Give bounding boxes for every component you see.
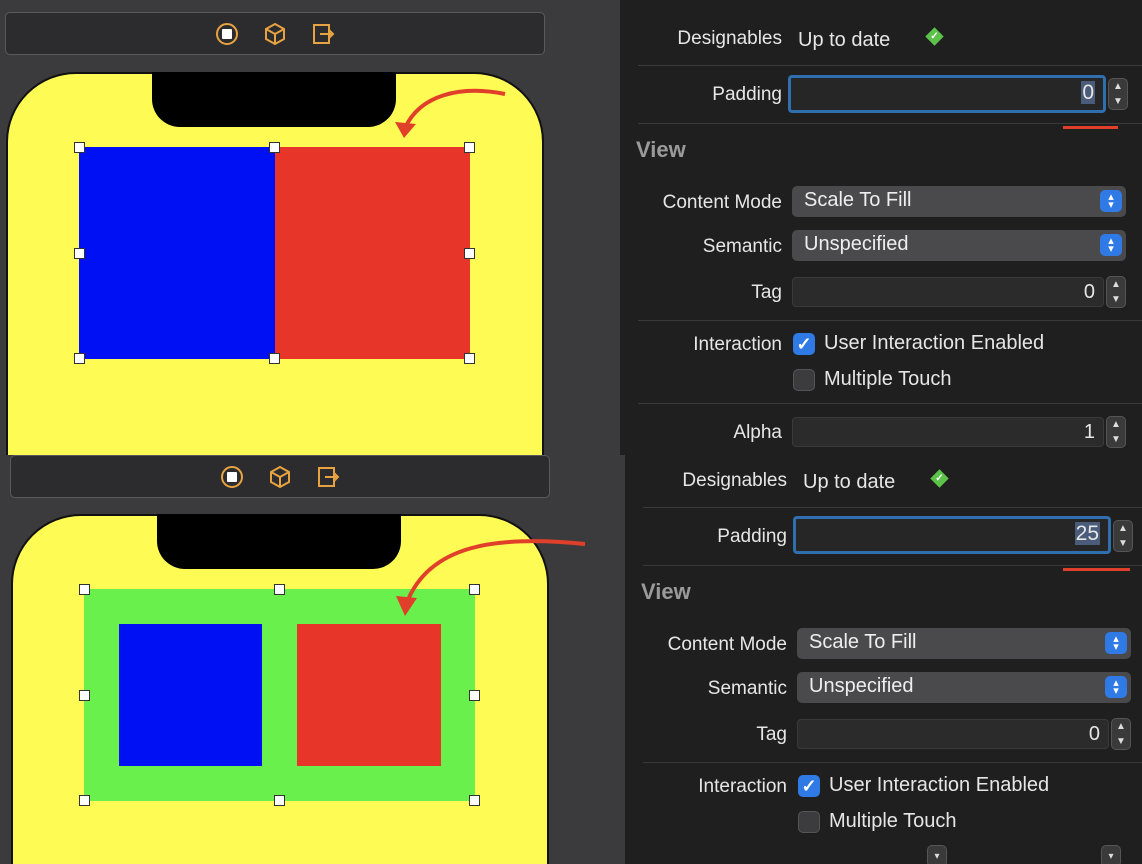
padding-value: 0 (1081, 81, 1095, 104)
resize-handle[interactable] (79, 690, 90, 701)
semantic-value: Unspecified (804, 233, 909, 255)
stop-icon[interactable] (220, 465, 244, 489)
resize-handle[interactable] (74, 248, 85, 259)
cube-icon[interactable] (268, 465, 292, 489)
multiple-touch-checkbox[interactable] (798, 811, 820, 833)
designables-label: Designables (682, 470, 787, 491)
semantic-value: Unspecified (809, 675, 914, 697)
section-view-title: View (641, 579, 691, 604)
cube-icon[interactable] (263, 22, 287, 46)
user-interaction-checkbox[interactable]: ✓ (793, 333, 815, 355)
interaction-label: Interaction (693, 334, 782, 355)
padding-field[interactable]: 25 (793, 516, 1111, 554)
separator (638, 320, 1142, 321)
content-mode-label: Content Mode (662, 192, 782, 213)
resize-handle[interactable] (79, 795, 90, 806)
tag-stepper[interactable]: ▲ ▼ (1111, 718, 1131, 750)
content-mode-popup[interactable]: Scale To Fill ▴ ▾ (797, 628, 1131, 659)
canvas-top (0, 0, 620, 455)
padding-stepper[interactable]: ▲ ▼ (1108, 78, 1128, 110)
width-stepper[interactable]: ▾ (927, 845, 947, 864)
semantic-label: Semantic (707, 678, 787, 699)
resize-handle[interactable] (74, 353, 85, 364)
red-view[interactable] (297, 624, 441, 766)
height-stepper[interactable]: ▾ (1101, 845, 1121, 864)
resize-handle[interactable] (269, 353, 280, 364)
tag-stepper[interactable]: ▲ ▼ (1106, 276, 1126, 308)
separator (638, 403, 1142, 404)
tag-field[interactable]: 0 (792, 277, 1104, 307)
semantic-popup[interactable]: Unspecified ▴ ▾ (797, 672, 1131, 703)
exit-icon[interactable] (311, 22, 335, 46)
padding-label: Padding (712, 84, 782, 105)
resize-handle[interactable] (274, 795, 285, 806)
padding-label: Padding (717, 526, 787, 547)
canvas-bottom (0, 455, 625, 864)
chevron-updown-icon: ▴ ▾ (1100, 234, 1122, 256)
alpha-field[interactable]: 1 (792, 417, 1104, 447)
resize-handle[interactable] (74, 142, 85, 153)
separator (643, 507, 1142, 508)
blue-view[interactable] (119, 624, 262, 766)
padding-stepper[interactable]: ▲ ▼ (1113, 520, 1133, 552)
semantic-label: Semantic (702, 236, 782, 257)
red-view[interactable] (275, 147, 470, 359)
exit-icon[interactable] (316, 465, 340, 489)
chevron-updown-icon: ▴ ▾ (1105, 632, 1127, 654)
semantic-popup[interactable]: Unspecified ▴ ▾ (792, 230, 1126, 261)
user-interaction-checkbox[interactable]: ✓ (798, 775, 820, 797)
tag-field[interactable]: 0 (797, 719, 1109, 749)
attributes-inspector-bottom: Designables Up to date ✓ Padding 25 ▲ ▼ V… (625, 455, 1142, 864)
resize-handle[interactable] (274, 584, 285, 595)
padding-value: 25 (1074, 522, 1100, 545)
annotation-arrow (396, 539, 586, 616)
content-mode-value: Scale To Fill (809, 631, 917, 653)
checkmark-icon: ✓ (930, 469, 949, 488)
iphone-notch (152, 72, 396, 127)
designables-value: Up to date (803, 471, 896, 493)
content-mode-value: Scale To Fill (804, 189, 912, 211)
resize-handle[interactable] (469, 795, 480, 806)
multiple-touch-label: Multiple Touch (824, 368, 952, 390)
canvas-toolbar (10, 455, 550, 498)
blue-view[interactable] (79, 147, 275, 359)
separator (638, 65, 1142, 66)
checkmark-icon: ✓ (925, 27, 944, 46)
annotation-underline (1063, 126, 1118, 129)
alpha-stepper[interactable]: ▲ ▼ (1106, 416, 1126, 448)
iphone-notch (157, 514, 401, 569)
section-view-title: View (636, 137, 686, 162)
tag-label: Tag (756, 724, 787, 745)
resize-handle[interactable] (469, 690, 480, 701)
separator (643, 762, 1142, 763)
content-mode-label: Content Mode (667, 634, 787, 655)
annotation-underline (1063, 568, 1130, 571)
resize-handle[interactable] (269, 142, 280, 153)
resize-handle[interactable] (79, 584, 90, 595)
alpha-label: Alpha (733, 422, 782, 443)
content-mode-popup[interactable]: Scale To Fill ▴ ▾ (792, 186, 1126, 217)
multiple-touch-checkbox[interactable] (793, 369, 815, 391)
annotation-arrow (395, 88, 506, 138)
user-interaction-label: User Interaction Enabled (824, 332, 1045, 354)
chevron-updown-icon: ▴ ▾ (1105, 676, 1127, 698)
separator (643, 565, 1142, 566)
multiple-touch-label: Multiple Touch (829, 810, 957, 832)
attributes-inspector-top: Designables Up to date ✓ Padding 0 ▲ ▼ Vi… (620, 0, 1142, 455)
chevron-updown-icon: ▴ ▾ (1100, 190, 1122, 212)
designables-value: Up to date (798, 29, 891, 51)
user-interaction-label: User Interaction Enabled (829, 774, 1050, 796)
designables-label: Designables (677, 28, 782, 49)
padding-field[interactable]: 0 (788, 75, 1106, 113)
canvas-toolbar (5, 12, 545, 55)
tag-label: Tag (751, 282, 782, 303)
resize-handle[interactable] (464, 353, 475, 364)
resize-handle[interactable] (464, 248, 475, 259)
separator (638, 123, 1142, 124)
stop-icon[interactable] (215, 22, 239, 46)
interaction-label: Interaction (698, 776, 787, 797)
